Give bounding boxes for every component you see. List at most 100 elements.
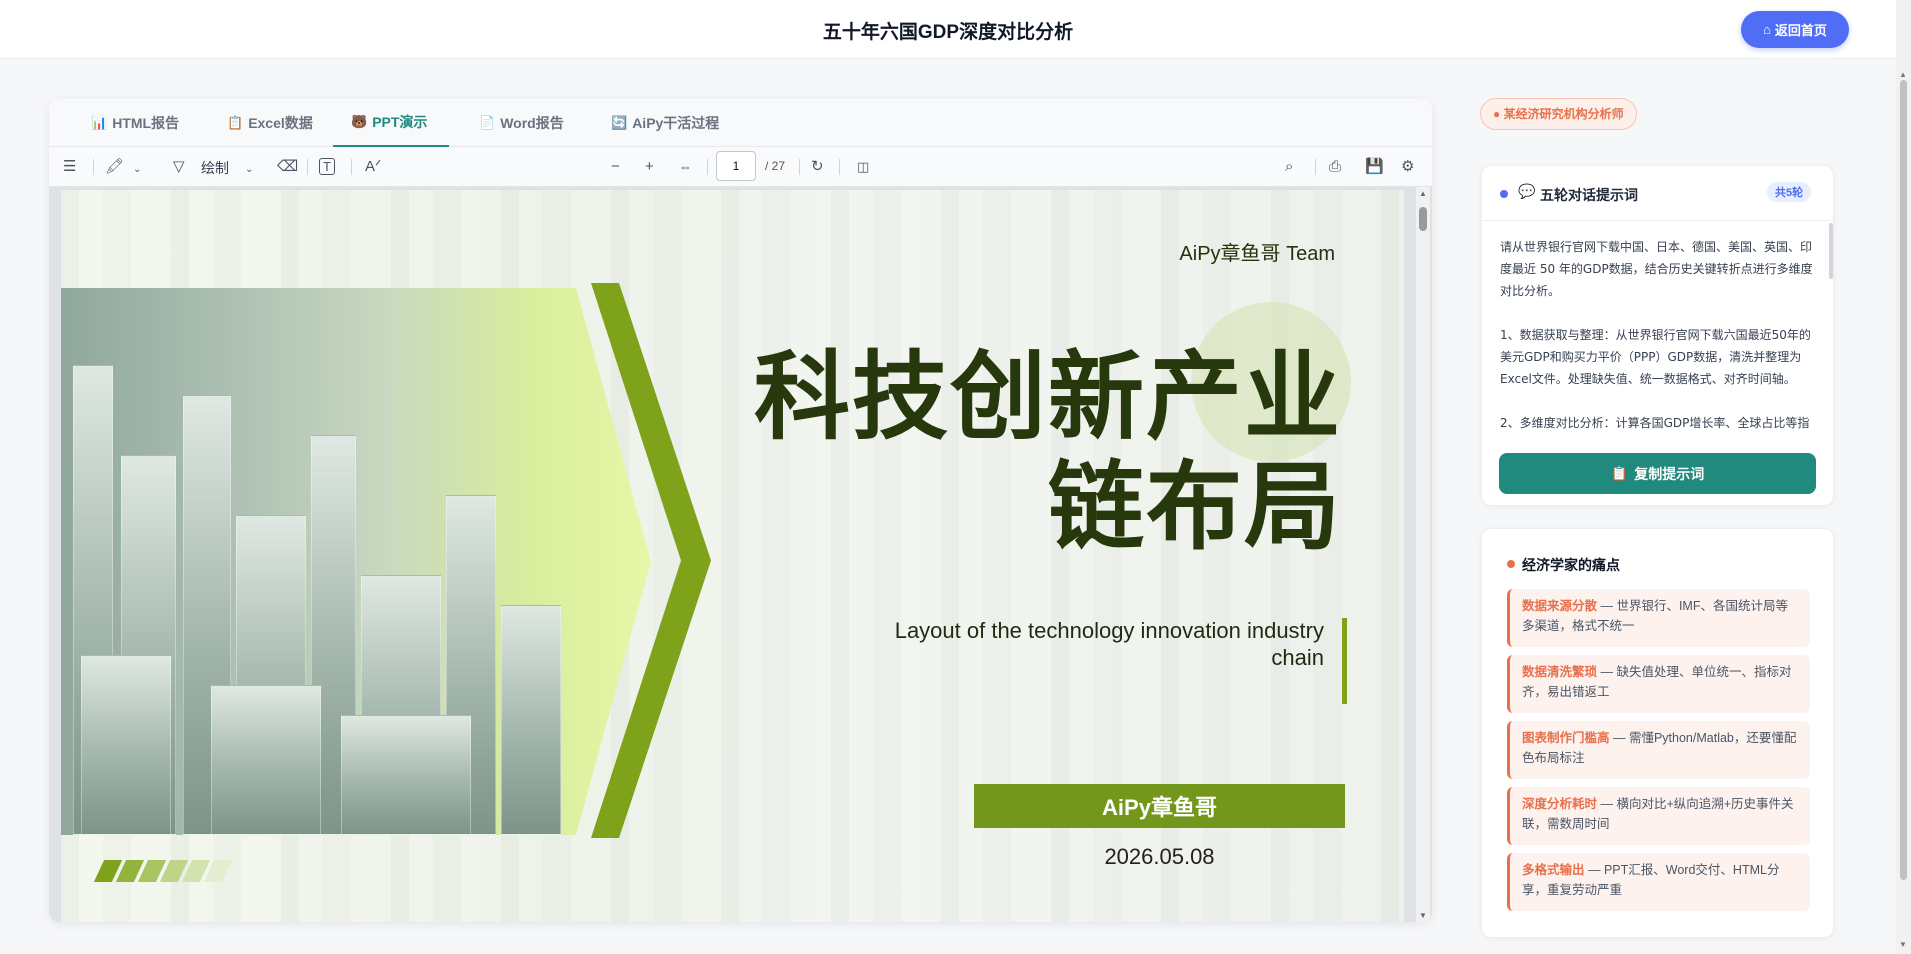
page-view-icon[interactable]: ◫ [857,158,869,176]
toolbar-divider [799,159,800,175]
toolbar-divider [307,159,308,175]
window-scrollbar-thumb[interactable] [1900,80,1907,880]
document-icon: 📄 [479,115,496,130]
pain-point-item: 多格式输出 — PPT汇报、Word交付、HTML分享，重复劳动严重 [1507,853,1810,911]
team-label: AiPy章鱼哥 Team [1179,243,1335,265]
tab-label: Excel数据 [248,115,313,131]
search-icon[interactable]: ⌕ [1285,158,1293,176]
bear-icon: 🐻 [351,114,368,129]
pain-point-head: 数据来源分散 [1522,599,1598,613]
pain-point-item: 图表制作门槛高 — 需懂Python/Matlab，还要懂配色布局标注 [1507,721,1810,779]
tab-label: Word报告 [500,115,564,131]
window-scrollbar[interactable]: ▲ ▼ [1896,0,1911,954]
scroll-down-icon[interactable]: ▼ [1899,940,1907,949]
prompt-scrollbar[interactable] [1829,223,1833,279]
scroll-up-icon[interactable]: ▲ [1899,70,1907,79]
decorative-stripes [93,860,233,882]
tab-html-report[interactable]: 📊 HTML报告 [91,99,179,147]
prompt-card-header: 💬 五轮对话提示词 共5轮 [1482,166,1833,221]
city-photo [61,288,651,835]
subtitle-accent-bar [1342,618,1347,704]
refresh-icon: 🔄 [611,115,628,130]
home-icon: ⌂ [1763,22,1771,37]
tab-excel-data[interactable]: 📋 Excel数据 [227,99,313,147]
clipboard-icon: 📋 [227,115,244,130]
prompt-paragraph: 1、数据获取与整理：从世界银行官网下载六国最近50年的美元GDP和购买力平价（P… [1500,328,1811,386]
bar-chart-icon: 📊 [91,115,108,130]
slide-title: 科技创新产业 链布局 [754,342,1342,562]
tab-label: HTML报告 [112,115,180,131]
document-viewer: 📊 HTML报告 📋 Excel数据 🐻 PPT演示 📄 Word报告 🔄 Ai… [49,99,1432,922]
toolbar-divider [707,159,708,175]
chevron-down-icon[interactable]: ⌄ [133,161,141,179]
tab-label: AiPy干活过程 [632,115,720,131]
chevron-down-icon[interactable]: ⌄ [245,161,253,179]
print-icon[interactable]: ⎙ [1329,158,1341,176]
fit-width-icon[interactable]: ⇔ [679,158,692,176]
tab-word-report[interactable]: 📄 Word报告 [479,99,564,147]
slide-page: AiPy章鱼哥 Team 科技创新产业 链布局 Layout of the te… [61,190,1404,922]
pdf-toolbar: ☰ 🖍 ⌄ ▽ 绘制 ⌄ ⌫ T Aᐟ − + ⇔ 1 / 27 ↻ ◫ ⌕ ⎙… [49,147,1432,187]
pain-points-title: 经济学家的痛点 [1522,557,1620,573]
zoom-in-icon[interactable]: + [645,158,654,176]
rotate-icon[interactable]: ↻ [811,158,824,176]
scroll-up-icon[interactable]: ▲ [1419,189,1427,198]
slide-date: 2026.05.08 [1104,844,1215,869]
chat-bubble-icon: 💬 [1518,183,1536,199]
home-button[interactable]: ⌂ 返回首页 [1741,11,1849,48]
text-box-icon[interactable]: T [319,158,335,175]
scroll-down-icon[interactable]: ▼ [1419,911,1427,920]
pain-points-card: 经济学家的痛点 数据来源分散 — 世界银行、IMF、各国统计局等多渠道，格式不统… [1481,528,1834,938]
prompt-card-title: 五轮对话提示词 [1540,187,1638,203]
toolbar-divider [1315,159,1316,175]
highlight-icon[interactable]: 🖍 [105,158,124,176]
page-number-input[interactable]: 1 [716,151,756,181]
slide-title-line1: 科技创新产业 [754,341,1342,453]
page-total: / 27 [765,159,786,173]
slide-subtitle: Layout of the technology innovation indu… [894,618,1324,670]
rounds-badge: 共5轮 [1767,182,1812,202]
zoom-out-icon[interactable]: − [611,158,620,176]
prompt-paragraph: 请从世界银行官网下载中国、日本、德国、美国、英国、印度最近 50 年的GDP数据… [1500,240,1813,298]
toolbar-divider [93,159,94,175]
prompt-text[interactable]: 请从世界银行官网下载中国、日本、德国、美国、英国、印度最近 50 年的GDP数据… [1500,236,1820,436]
page-title: 五十年六国GDP深度对比分析 [822,22,1074,43]
dot-icon [1500,190,1508,198]
tab-aipy-process[interactable]: 🔄 AiPy干活过程 [611,99,719,147]
save-icon[interactable]: 💾 [1365,158,1384,176]
pain-point-head: 深度分析耗时 [1522,797,1598,811]
pain-point-item: 数据来源分散 — 世界银行、IMF、各国统计局等多渠道，格式不统一 [1507,589,1810,647]
draw-icon[interactable]: ▽ [173,158,185,176]
pain-point-head: 数据清洗繁琐 [1522,665,1598,679]
pain-point-item: 深度分析耗时 — 横向对比+纵向追溯+历史事件关联，需数周时间 [1507,787,1810,845]
app-header: 五十年六国GDP深度对比分析 ⌂ 返回首页 [0,0,1896,59]
document-scrollbar[interactable]: ▲ ▼ [1416,187,1430,922]
role-badge-label: 某经济研究机构分析师 [1503,107,1624,121]
document-canvas[interactable]: AiPy章鱼哥 Team 科技创新产业 链布局 Layout of the te… [49,187,1432,922]
brand-banner: AiPy章鱼哥 [974,784,1345,828]
tab-bar: 📊 HTML报告 📋 Excel数据 🐻 PPT演示 📄 Word报告 🔄 Ai… [49,99,1432,147]
document-scrollbar-thumb[interactable] [1419,207,1427,231]
toolbar-divider [839,159,840,175]
slide-title-line2: 链布局 [1048,451,1342,563]
draw-label[interactable]: 绘制 [201,158,229,178]
tab-label: PPT演示 [372,114,428,130]
role-badge: ● 某经济研究机构分析师 [1480,98,1637,130]
copy-prompt-label: 复制提示词 [1634,465,1705,482]
home-button-label: 返回首页 [1774,23,1827,38]
pain-point-head: 多格式输出 [1522,863,1585,877]
tab-ppt-presentation[interactable]: 🐻 PPT演示 [333,99,450,147]
toolbar-divider [351,159,352,175]
prompt-card: 💬 五轮对话提示词 共5轮 请从世界银行官网下载中国、日本、德国、美国、英国、印… [1481,165,1834,506]
pain-point-head: 图表制作门槛高 [1522,731,1610,745]
outline-icon[interactable]: ☰ [63,158,76,176]
copy-prompt-button[interactable]: 📋 复制提示词 [1499,453,1816,494]
text-style-icon[interactable]: Aᐟ [365,158,381,176]
gear-icon[interactable]: ⚙ [1401,158,1414,176]
pain-point-item: 数据清洗繁琐 — 缺失值处理、单位统一、指标对齐，易出错返工 [1507,655,1810,713]
prompt-paragraph: 2、多维度对比分析：计算各国GDP增长率、全球占比等指标 [1500,416,1810,430]
eraser-icon[interactable]: ⌫ [277,158,298,176]
dot-icon [1507,560,1515,568]
clipboard-icon: 📋 [1610,465,1629,481]
dot-icon: ● [1493,107,1501,121]
